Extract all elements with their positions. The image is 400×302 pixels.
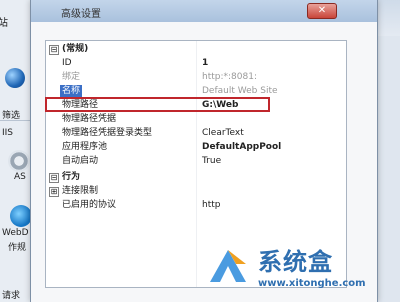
close-button[interactable]: ✕ (307, 3, 337, 19)
property-key: 绑定 (62, 72, 81, 82)
asp-gear-icon[interactable] (8, 150, 30, 172)
property-row[interactable]: 绑定 http:*:8081: (46, 71, 346, 84)
dialog-title: 高级设置 (61, 9, 101, 20)
property-value: 1 (202, 58, 209, 68)
property-value: True (202, 156, 222, 166)
property-value: http (202, 200, 221, 210)
brand-logo-icon (210, 250, 246, 282)
property-key: 连接限制 (62, 186, 99, 196)
watermark-brand: 系统盒 (258, 248, 333, 276)
watermark-url: www.xitonghe.com (258, 278, 366, 289)
property-value: ClearText (202, 128, 244, 138)
property-row[interactable]: 已启用的协议 http (46, 199, 346, 212)
property-row[interactable]: ID 1 (46, 57, 346, 70)
property-key: 已启用的协议 (62, 200, 117, 210)
property-key: ID (62, 58, 72, 68)
property-key: 物理路径凭据登录类型 (62, 128, 153, 138)
expand-icon[interactable]: ⊞ (49, 187, 59, 197)
property-value: http:*:8081: (202, 72, 257, 82)
category-behavior[interactable]: ⊟ 行为 (46, 171, 346, 184)
property-row[interactable]: 物理路径凭据登录类型 ClearText (46, 127, 346, 140)
webdav-label[interactable]: WebD (2, 228, 29, 238)
webdav-icon[interactable] (10, 205, 32, 227)
property-row[interactable]: 物理路径凭据 (46, 113, 346, 126)
bottom-label: 请求 (2, 291, 21, 301)
collapse-icon[interactable]: ⊟ (49, 45, 59, 55)
background-tab-label[interactable]: 站 (0, 14, 8, 29)
category-behavior-label: 行为 (62, 172, 81, 182)
property-row[interactable]: 自动启动 True (46, 155, 346, 168)
globe-icon (5, 68, 25, 88)
property-row-expandable[interactable]: ⊞ 连接限制 (46, 185, 346, 198)
property-key: 自动启动 (62, 156, 99, 166)
category-general-label: (常规) (62, 44, 89, 54)
category-general[interactable]: ⊟ (常规) (46, 43, 346, 56)
asp-label[interactable]: AS (14, 172, 26, 182)
physical-path-highlight (45, 97, 270, 112)
dialog-titlebar[interactable]: 高级设置 ✕ (31, 0, 377, 22)
property-value: DefaultAppPool (202, 142, 282, 152)
iis-label: IIS (2, 128, 14, 138)
property-key: 物理路径凭据 (62, 114, 117, 124)
webdav-sub-label: 作规 (8, 243, 27, 253)
collapse-icon[interactable]: ⊟ (49, 173, 59, 183)
property-key: 应用程序池 (62, 142, 108, 152)
property-row[interactable]: 应用程序池 DefaultAppPool (46, 141, 346, 154)
